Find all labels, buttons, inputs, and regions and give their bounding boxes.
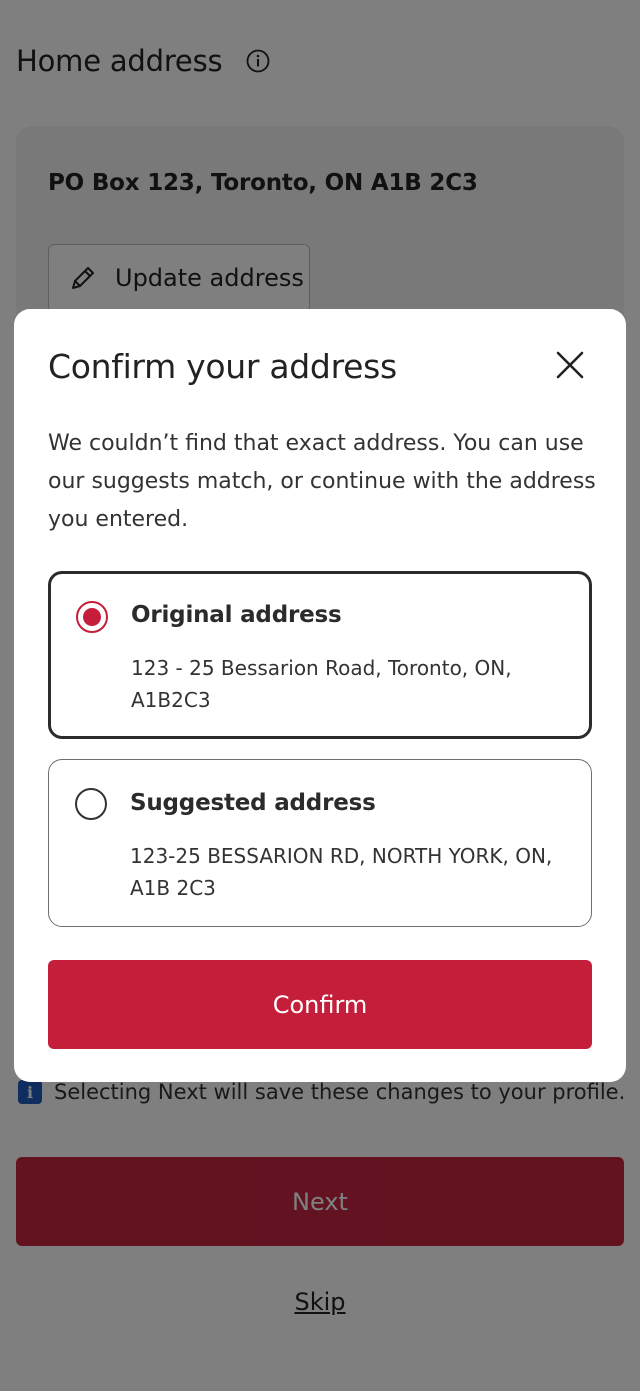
confirm-button[interactable]: Confirm <box>48 960 592 1049</box>
close-button[interactable] <box>550 345 590 385</box>
radio-original-address[interactable] <box>76 601 108 633</box>
option-address-text: 123-25 BESSARION RD, NORTH YORK, ON, A1B… <box>130 844 553 900</box>
option-original-address[interactable]: Original address 123 - 25 Bessarion Road… <box>48 571 592 739</box>
confirm-address-dialog: Confirm your address We couldn’t find th… <box>14 309 626 1082</box>
dialog-title: Confirm your address <box>48 347 397 386</box>
close-icon <box>556 351 584 379</box>
dialog-description: We couldn’t find that exact address. You… <box>48 431 596 532</box>
option-title: Suggested address <box>130 790 376 816</box>
option-address-text: 123 - 25 Bessarion Road, Toronto, ON, A1… <box>131 656 512 712</box>
option-title: Original address <box>131 602 342 628</box>
option-suggested-address[interactable]: Suggested address 123-25 BESSARION RD, N… <box>48 759 592 927</box>
radio-suggested-address[interactable] <box>75 788 107 820</box>
